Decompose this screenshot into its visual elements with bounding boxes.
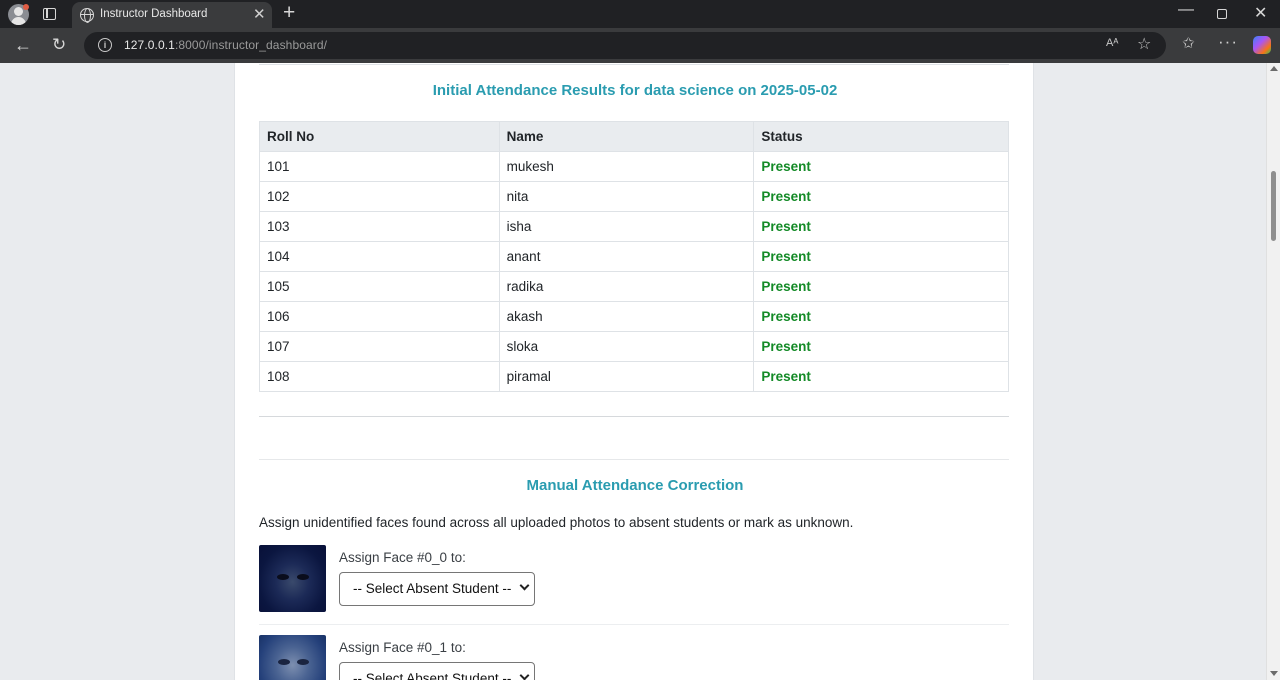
select-value: -- Select Absent Student -- [353,581,512,596]
status-cell: Present [753,301,1009,332]
status-cell: Present [753,271,1009,302]
close-icon[interactable]: ✕ [253,5,266,23]
divider [259,416,1009,417]
more-icon[interactable]: ··· [1218,32,1238,52]
chevron-down-icon [519,580,530,591]
name-cell: mukesh [498,151,755,182]
face-assignment-row: Assign Face #0_1 to: -- Select Absent St… [259,635,1009,680]
absent-student-select[interactable]: -- Select Absent Student -- [339,572,535,606]
correction-instructions: Assign unidentified faces found across a… [259,515,854,530]
status-cell: Present [753,361,1009,392]
name-cell: radika [498,271,755,302]
header-roll-no: Roll No [259,121,500,152]
divider [259,459,1009,460]
chevron-down-icon [519,670,530,680]
name-cell: anant [498,241,755,272]
favorites-icon[interactable]: ✩ [1182,34,1195,52]
url-host: 127.0.0.1 [124,38,175,52]
table-row: 106 akash Present [259,301,1009,332]
read-aloud-icon[interactable]: Aᴬ [1106,37,1118,49]
attendance-table: Roll No Name Status 101 mukesh Present 1… [259,121,1009,392]
name-cell: nita [498,181,755,212]
table-row: 101 mukesh Present [259,151,1009,182]
status-cell: Present [753,181,1009,212]
url-text[interactable]: 127.0.0.1:8000/instructor_dashboard/ [124,38,327,52]
copilot-icon[interactable] [1253,36,1271,54]
info-icon[interactable]: i [98,38,112,52]
divider [259,64,1009,65]
table-row: 103 isha Present [259,211,1009,242]
name-cell: sloka [498,331,755,362]
tab-title: Instructor Dashboard [100,8,208,20]
scroll-thumb[interactable] [1271,171,1276,241]
assign-face-label: Assign Face #0_1 to: [339,640,466,655]
header-name: Name [498,121,755,152]
dashboard-card: Initial Attendance Results for data scie… [234,63,1034,680]
manual-correction-title: Manual Attendance Correction [526,477,744,494]
browser-titlebar: Instructor Dashboard ✕ + — ✕ [0,0,1280,28]
table-row: 105 radika Present [259,271,1009,302]
name-cell: piramal [498,361,755,392]
globe-icon [80,8,94,23]
browser-toolbar: ← ↻ i 127.0.0.1:8000/instructor_dashboar… [0,28,1280,63]
reload-icon[interactable]: ↻ [52,34,66,56]
select-value: -- Select Absent Student -- [353,671,512,680]
roll-no-cell: 108 [259,361,500,392]
face-assignment-row: Assign Face #0_0 to: -- Select Absent St… [259,545,1009,625]
name-cell: isha [498,211,755,242]
tab-instructor-dashboard[interactable]: Instructor Dashboard ✕ [72,2,272,28]
page-viewport: Initial Attendance Results for data scie… [0,63,1280,680]
table-row: 107 sloka Present [259,331,1009,362]
attendance-results-title: Initial Attendance Results for data scie… [432,82,838,99]
scroll-up-icon[interactable] [1270,66,1278,71]
roll-no-cell: 105 [259,271,500,302]
table-row: 108 piramal Present [259,361,1009,392]
minimize-icon[interactable]: — [1178,1,1194,19]
status-cell: Present [753,211,1009,242]
table-header-row: Roll No Name Status [259,121,1009,152]
header-status: Status [753,121,1009,152]
face-thumbnail [259,545,326,612]
maximize-icon[interactable] [1217,9,1227,19]
status-cell: Present [753,151,1009,182]
window-close-icon[interactable]: ✕ [1254,3,1267,23]
roll-no-cell: 107 [259,331,500,362]
status-cell: Present [753,331,1009,362]
page-scrollbar[interactable] [1266,63,1280,680]
name-cell: akash [498,301,755,332]
status-cell: Present [753,241,1009,272]
tab-actions-icon[interactable] [43,8,56,20]
favorite-star-icon[interactable]: ☆ [1137,34,1151,54]
roll-no-cell: 104 [259,241,500,272]
assign-face-label: Assign Face #0_0 to: [339,550,466,565]
profile-notification-dot [23,4,29,10]
table-row: 102 nita Present [259,181,1009,212]
roll-no-cell: 106 [259,301,500,332]
url-path: :8000/instructor_dashboard/ [174,38,328,52]
roll-no-cell: 101 [259,151,500,182]
face-thumbnail [259,635,326,680]
absent-student-select[interactable]: -- Select Absent Student -- [339,662,535,680]
new-tab-icon[interactable]: + [283,2,295,24]
scroll-down-icon[interactable] [1270,671,1278,676]
roll-no-cell: 103 [259,211,500,242]
back-icon[interactable]: ← [14,34,32,56]
address-bar[interactable]: i 127.0.0.1:8000/instructor_dashboard/ A… [84,32,1166,59]
table-row: 104 anant Present [259,241,1009,272]
roll-no-cell: 102 [259,181,500,212]
